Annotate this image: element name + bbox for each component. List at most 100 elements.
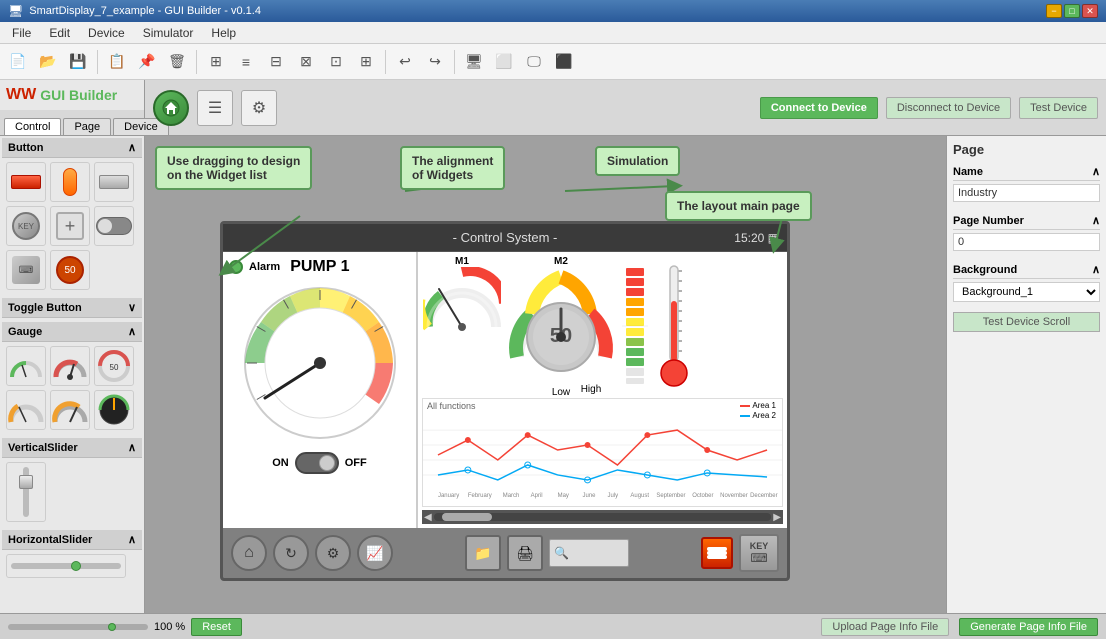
name-section: Name ∧ xyxy=(953,163,1100,206)
gauge-section-header[interactable]: Gauge ∧ xyxy=(2,322,142,342)
nav-key-button[interactable]: KEY ⌨ xyxy=(739,534,779,572)
maximize-button[interactable]: □ xyxy=(1064,4,1080,18)
toolbar-align3[interactable]: ⊟ xyxy=(262,48,290,76)
nav-search-field[interactable]: 🔍 xyxy=(549,539,629,567)
toolbar-open[interactable]: 📂 xyxy=(34,48,62,76)
gauge-widget-2[interactable] xyxy=(50,346,90,386)
toolbar-delete[interactable]: 🗑 xyxy=(163,48,191,76)
nav-toggle-orange-button[interactable] xyxy=(701,537,733,569)
toolbar-redo[interactable]: ↪ xyxy=(421,48,449,76)
connect-to-device-button[interactable]: Connect to Device xyxy=(760,97,878,119)
menu-simulator[interactable]: Simulator xyxy=(135,24,202,42)
nav-chart-button[interactable]: 📈 xyxy=(357,535,393,571)
widget-button-5[interactable]: + xyxy=(50,206,90,246)
upload-button[interactable]: Upload Page Info File xyxy=(821,618,949,636)
menu-edit[interactable]: Edit xyxy=(41,24,78,42)
widget-button-7[interactable]: ⌨ xyxy=(6,250,46,290)
svg-text:May: May xyxy=(558,493,569,499)
right-panel-title: Page xyxy=(953,142,1100,157)
test-device-button[interactable]: Test Device xyxy=(1019,97,1098,119)
menu-device[interactable]: Device xyxy=(80,24,133,42)
list-button[interactable]: ☰ xyxy=(197,90,233,126)
widget-button-1[interactable] xyxy=(6,162,46,202)
menu-help[interactable]: Help xyxy=(203,24,244,42)
settings-button[interactable]: ⚙ xyxy=(241,90,277,126)
scroll-thumb[interactable] xyxy=(442,513,492,521)
background-header[interactable]: Background ∧ xyxy=(953,261,1100,279)
disconnect-button[interactable]: Disconnect to Device xyxy=(886,97,1011,119)
horizontal-slider-widget[interactable] xyxy=(6,554,126,578)
scroll-left-arrow[interactable]: ◀ xyxy=(424,512,432,523)
page-number-header[interactable]: Page Number ∧ xyxy=(953,212,1100,230)
widget-button-6[interactable] xyxy=(94,206,134,246)
gauge-widget-5[interactable] xyxy=(50,390,90,430)
toolbar-monitor1[interactable]: 🖥 xyxy=(460,48,488,76)
toolbar-undo[interactable]: ↩ xyxy=(391,48,419,76)
close-button[interactable]: ✕ xyxy=(1082,4,1098,18)
background-label: Background xyxy=(953,264,1017,276)
gauge-widget-3[interactable]: 50 xyxy=(94,346,134,386)
zoom-handle[interactable] xyxy=(108,623,116,631)
gauge-section: Gauge ∧ xyxy=(0,320,144,436)
button-section-header[interactable]: Button ∧ xyxy=(2,138,142,158)
horizontal-slider-chevron: ∧ xyxy=(128,533,136,546)
background-dropdown[interactable]: Background_1 xyxy=(953,282,1100,302)
gauge-widget-1[interactable] xyxy=(6,346,46,386)
toolbar-new[interactable]: 📄 xyxy=(4,48,32,76)
toolbar-align5[interactable]: ⊡ xyxy=(322,48,350,76)
widget-button-8[interactable]: 50 xyxy=(50,250,90,290)
toolbar-monitor4[interactable]: ⬛ xyxy=(550,48,578,76)
toolbar-monitor2[interactable]: ⬜ xyxy=(490,48,518,76)
minimize-button[interactable]: − xyxy=(1046,4,1062,18)
toolbar-align2[interactable]: ≡ xyxy=(232,48,260,76)
zoom-label: 100 % xyxy=(154,621,185,633)
svg-text:February: February xyxy=(468,493,492,499)
toolbar-copy[interactable]: 📋 xyxy=(103,48,131,76)
horizontal-slider-header[interactable]: HorizontalSlider ∧ xyxy=(2,530,142,550)
nav-home-button[interactable]: ⌂ xyxy=(231,535,267,571)
m1-gauge xyxy=(423,267,501,332)
legend-area2: Area 2 xyxy=(752,411,776,420)
vertical-slider-widget[interactable] xyxy=(6,462,46,522)
tab-page[interactable]: Page xyxy=(63,118,111,135)
nav-refresh-button[interactable]: ↻ xyxy=(273,535,309,571)
toggle-switch[interactable] xyxy=(295,452,339,474)
gauge-widget-6[interactable] xyxy=(94,390,134,430)
gauge-widget-4[interactable] xyxy=(6,390,46,430)
toolbar-align1[interactable]: ⊞ xyxy=(202,48,230,76)
menu-file[interactable]: File xyxy=(4,24,39,42)
widget-button-4[interactable]: KEY xyxy=(6,206,46,246)
name-header[interactable]: Name ∧ xyxy=(953,163,1100,181)
home-circle-button[interactable] xyxy=(153,90,189,126)
name-label: Name xyxy=(953,166,983,178)
tab-control[interactable]: Control xyxy=(4,118,61,135)
svg-text:August: August xyxy=(630,493,649,499)
widget-button-2[interactable] xyxy=(50,162,90,202)
zoom-slider[interactable] xyxy=(8,624,148,630)
reset-button[interactable]: Reset xyxy=(191,618,242,636)
vertical-slider-section: VerticalSlider ∧ xyxy=(0,436,144,528)
toolbar-paste[interactable]: 📌 xyxy=(133,48,161,76)
scroll-right-arrow[interactable]: ▶ xyxy=(773,512,781,523)
widget-button-3[interactable] xyxy=(94,162,134,202)
callout-simulation: Simulation xyxy=(595,146,680,176)
nav-settings-button[interactable]: ⚙ xyxy=(315,535,351,571)
toolbar-monitor3[interactable]: 🖵 xyxy=(520,48,548,76)
test-device-scroll-button[interactable]: Test Device Scroll xyxy=(953,312,1100,332)
low-label: Low xyxy=(552,387,570,398)
svg-text:50: 50 xyxy=(110,363,119,372)
toolbar-save[interactable]: 💾 xyxy=(64,48,92,76)
generate-button[interactable]: Generate Page Info File xyxy=(959,618,1098,636)
nav-print-button[interactable]: 🖨 xyxy=(507,535,543,571)
page-number-input[interactable] xyxy=(953,233,1100,251)
chart-title: All functions xyxy=(423,399,782,413)
vertical-slider-header[interactable]: VerticalSlider ∧ xyxy=(2,438,142,458)
nav-folder-button[interactable]: 📁 xyxy=(465,535,501,571)
led-bar-gauge xyxy=(622,266,648,386)
toggle-button-header[interactable]: Toggle Button ∨ xyxy=(2,298,142,318)
toolbar-align4[interactable]: ⊠ xyxy=(292,48,320,76)
name-input[interactable] xyxy=(953,184,1100,202)
toolbar-align6[interactable]: ⊞ xyxy=(352,48,380,76)
svg-text:September: September xyxy=(656,493,685,499)
gauge-grid: 50 xyxy=(2,342,142,434)
